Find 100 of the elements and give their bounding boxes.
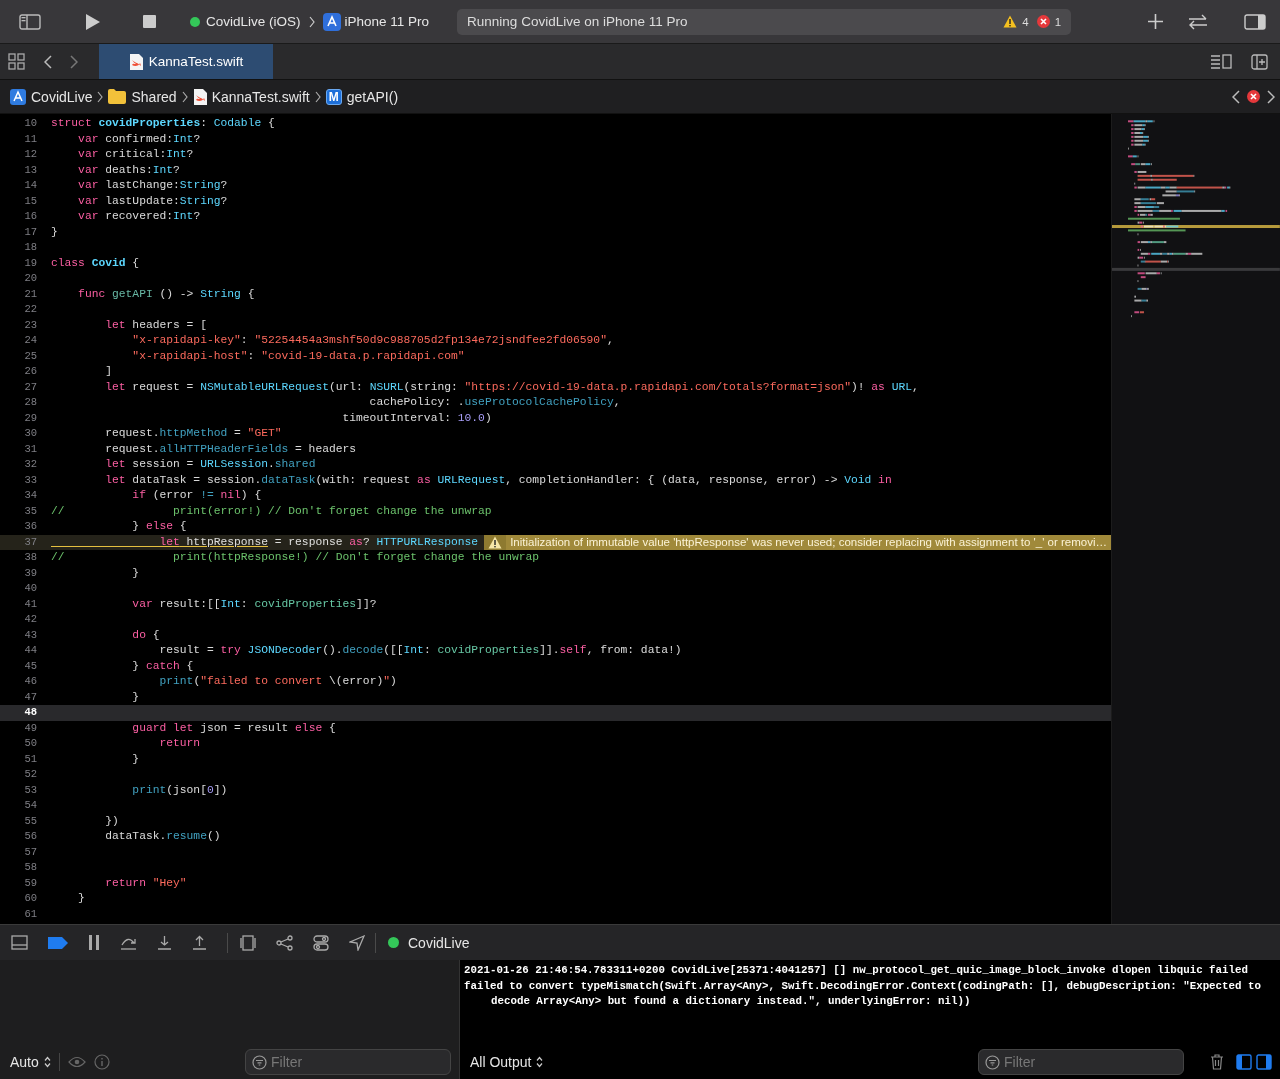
line-number: 61 [23, 906, 37, 922]
code-line: } [131, 689, 140, 705]
code-line: request.allHTTPHeaderFields = headers [104, 441, 357, 457]
code-line: dataTask.resume() [104, 829, 221, 844]
editor-options-icon[interactable] [1210, 54, 1232, 69]
warning-count[interactable]: 4 [1022, 15, 1029, 28]
editor-tab[interactable]: KannaTest.swift [99, 44, 273, 79]
code-line: print(json[0]) [131, 782, 228, 798]
device-name[interactable]: iPhone 11 Pro [344, 14, 430, 29]
filter-field[interactable]: Filter [245, 1049, 451, 1075]
forward-icon[interactable] [70, 54, 78, 69]
status-message: Running CovidLive on iPhone 11 Pro [467, 14, 689, 29]
line-number: 58 [23, 860, 37, 875]
line-number: 34 [23, 488, 37, 503]
line-number: 54 [23, 798, 37, 813]
filter-field[interactable]: Filter [978, 1049, 1184, 1075]
status-dot [190, 16, 200, 27]
next-issue-icon[interactable] [1267, 89, 1275, 104]
console-output-line: failed to convert typeMismatch(Swift.Array<Any>, Swift.DecodingError.Context(codingPath: [], debugDescription: "Expected to decode Array<Any> but found a dictionary instead.", underlyingError: nil)) [464, 978, 1262, 1009]
line-number: 40 [23, 581, 37, 596]
process-name: CovidLive [408, 934, 470, 951]
code-line: var deaths:Int? [77, 162, 180, 178]
code-line: result = try JSONDecoder().decode([[Int: covidProperties]].self, from: data!) [158, 643, 682, 658]
code-line: } catch { [131, 658, 194, 674]
step-out-icon[interactable] [192, 935, 207, 950]
eye-icon[interactable] [67, 1056, 86, 1068]
variables-panel-toggle-icon[interactable] [1236, 1054, 1252, 1070]
code-line: var result:[[Int: covidProperties]]? [131, 596, 377, 612]
view-hierarchy-icon[interactable] [240, 934, 256, 951]
run-icon[interactable] [85, 12, 101, 31]
folder-icon [108, 89, 127, 104]
hide-panel-icon[interactable] [11, 935, 28, 950]
chevron-icon [314, 90, 321, 103]
pause-icon[interactable] [88, 935, 100, 950]
filter-icon [252, 1054, 267, 1070]
swift-file-icon [192, 88, 207, 105]
code-line: } [131, 565, 140, 581]
line-number: 41 [23, 596, 37, 612]
code-line: ] [104, 364, 112, 379]
line-number: 18 [23, 240, 37, 255]
code-line: print("failed to convert \(error)") [158, 674, 397, 689]
line-number: 15 [23, 193, 37, 209]
line-number: 31 [23, 441, 37, 457]
chevron-icon [181, 90, 188, 103]
code-line: } [77, 891, 85, 906]
code-line: } [131, 751, 140, 767]
console-output-line: 2021-01-26 21:46:54.783311+0200 CovidLive[25371:4041257] [] nw_protocol_get_quic_image_block_invoke dlopen libquic failed [464, 963, 1249, 978]
breadcrumb-item[interactable]: KannaTest.swift [211, 88, 310, 105]
breadcrumb-item[interactable]: CovidLive [31, 88, 93, 105]
line-number: 30 [23, 426, 37, 441]
info-icon[interactable] [93, 1054, 110, 1070]
line-number: 59 [23, 875, 37, 891]
error-count[interactable]: 1 [1054, 15, 1062, 28]
toggles-icon[interactable] [313, 934, 329, 951]
step-into-icon[interactable] [157, 935, 172, 950]
back-icon[interactable] [44, 54, 52, 69]
inspector-toggle-icon[interactable] [1244, 13, 1267, 30]
line-number: 53 [23, 782, 37, 798]
memory-graph-icon[interactable] [276, 934, 293, 951]
trash-icon[interactable] [1210, 1054, 1224, 1070]
line-number: 20 [23, 271, 37, 286]
line-number: 17 [23, 224, 37, 240]
line-number: 51 [23, 751, 37, 767]
previous-issue-icon[interactable] [1232, 89, 1240, 104]
code-line: let httpResponse = response as? HTTPURLResponse [158, 534, 479, 550]
line-number: 23 [23, 317, 37, 333]
line-number: 42 [23, 612, 37, 627]
add-editor-icon[interactable] [1251, 53, 1268, 70]
breakpoint-icon[interactable] [48, 936, 68, 949]
line-number: 45 [23, 658, 37, 674]
phone-app-icon [322, 12, 341, 31]
console-panel-toggle-icon[interactable] [1256, 1054, 1272, 1070]
location-arrow-icon[interactable] [349, 934, 365, 951]
code-line: let headers = [ [104, 317, 207, 333]
sidebar-toggle-icon[interactable] [19, 13, 41, 30]
add-icon[interactable] [1148, 14, 1164, 29]
updown-chevron-icon [43, 1056, 51, 1068]
output-selector[interactable]: All Output [470, 1054, 544, 1070]
scheme-name[interactable]: CovidLive (iOS) [206, 14, 301, 29]
line-number: 55 [23, 813, 37, 829]
code-line: timeoutInterval: 10.0) [341, 410, 492, 426]
code-line: // print(error!) // Don't forget change the unwrap [51, 503, 492, 519]
code-line: var recovered:Int? [77, 209, 201, 224]
line-number: 57 [23, 844, 37, 860]
line-number: 13 [23, 162, 37, 178]
breadcrumb-item[interactable]: getAPI() [346, 88, 399, 105]
line-number: 36 [23, 519, 37, 534]
line-number: 38 [23, 550, 37, 565]
grid-icon[interactable] [8, 53, 25, 70]
line-number: 27 [23, 379, 37, 395]
line-number: 52 [23, 767, 37, 782]
line-number: 28 [23, 395, 37, 410]
code-line: // print(httpResponse!) // Don't forget change the unwrap [51, 550, 540, 565]
swap-arrows-icon[interactable] [1187, 13, 1210, 30]
code-line: request.httpMethod = "GET" [104, 426, 282, 441]
line-number: 12 [23, 147, 37, 162]
scope-selector[interactable]: Auto [10, 1054, 51, 1070]
line-number: 29 [23, 410, 37, 426]
breadcrumb-item[interactable]: Shared [131, 88, 177, 105]
line-number: 44 [23, 643, 37, 658]
